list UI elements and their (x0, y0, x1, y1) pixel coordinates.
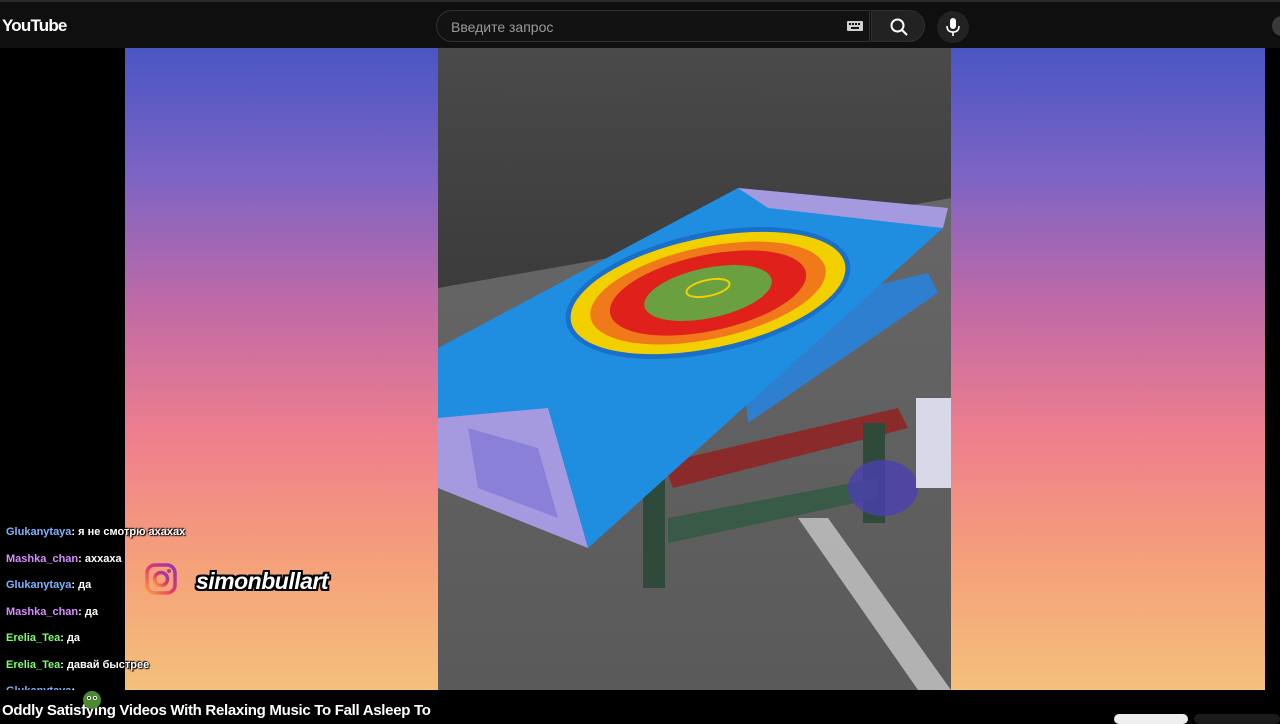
chat-emote-icon (83, 691, 101, 709)
voice-search-button[interactable] (937, 11, 969, 43)
chat-username: Glukanytaya (6, 526, 72, 538)
account-button[interactable] (1272, 16, 1280, 36)
chat-username: Erelia_Tea (6, 658, 61, 671)
video-title: Oddly Satisfying Videos With Relaxing Mu… (2, 702, 431, 719)
chat-overlay: Glukanytaya: я не смотрю ахахах Mashka_c… (6, 526, 266, 712)
chat-message: Erelia_Tea: давай быстрее (6, 659, 266, 686)
painting-video-image (438, 48, 951, 690)
right-gradient-panel (951, 48, 1265, 690)
search-button[interactable] (871, 10, 925, 42)
top-bar: YouTube (0, 0, 1280, 48)
instagram-handle: simonbullart (196, 568, 329, 594)
chat-username: Mashka_chan (6, 605, 79, 618)
action-button[interactable] (1194, 714, 1280, 724)
chat-message: Glukanytaya: я не смотрю ахахах (6, 526, 266, 553)
chat-text: : да (78, 605, 98, 618)
video-frame[interactable] (438, 48, 951, 690)
subscribe-button[interactable] (1114, 714, 1188, 724)
chat-text: : да (71, 579, 92, 591)
chat-text: : да (60, 632, 81, 644)
chat-username: Erelia_Tea (6, 632, 61, 644)
mic-icon (946, 18, 960, 36)
chat-message: Erelia_Tea: да (6, 632, 266, 659)
chat-text: : я не смотрю ахахах (71, 526, 186, 538)
chat-username: Glukanytaya (6, 579, 72, 591)
search-icon (890, 18, 908, 36)
keyboard-icon[interactable] (847, 21, 863, 31)
youtube-logo[interactable]: YouTube (2, 16, 67, 36)
chat-message: Mashka_chan: да (6, 606, 266, 633)
instagram-icon (145, 563, 177, 595)
search-box[interactable] (436, 10, 870, 43)
chat-text: : аххаха (78, 552, 122, 565)
chat-username: Mashka_chan (6, 552, 79, 565)
chat-text: : давай быстрее (60, 658, 150, 671)
search-input[interactable] (449, 11, 843, 43)
